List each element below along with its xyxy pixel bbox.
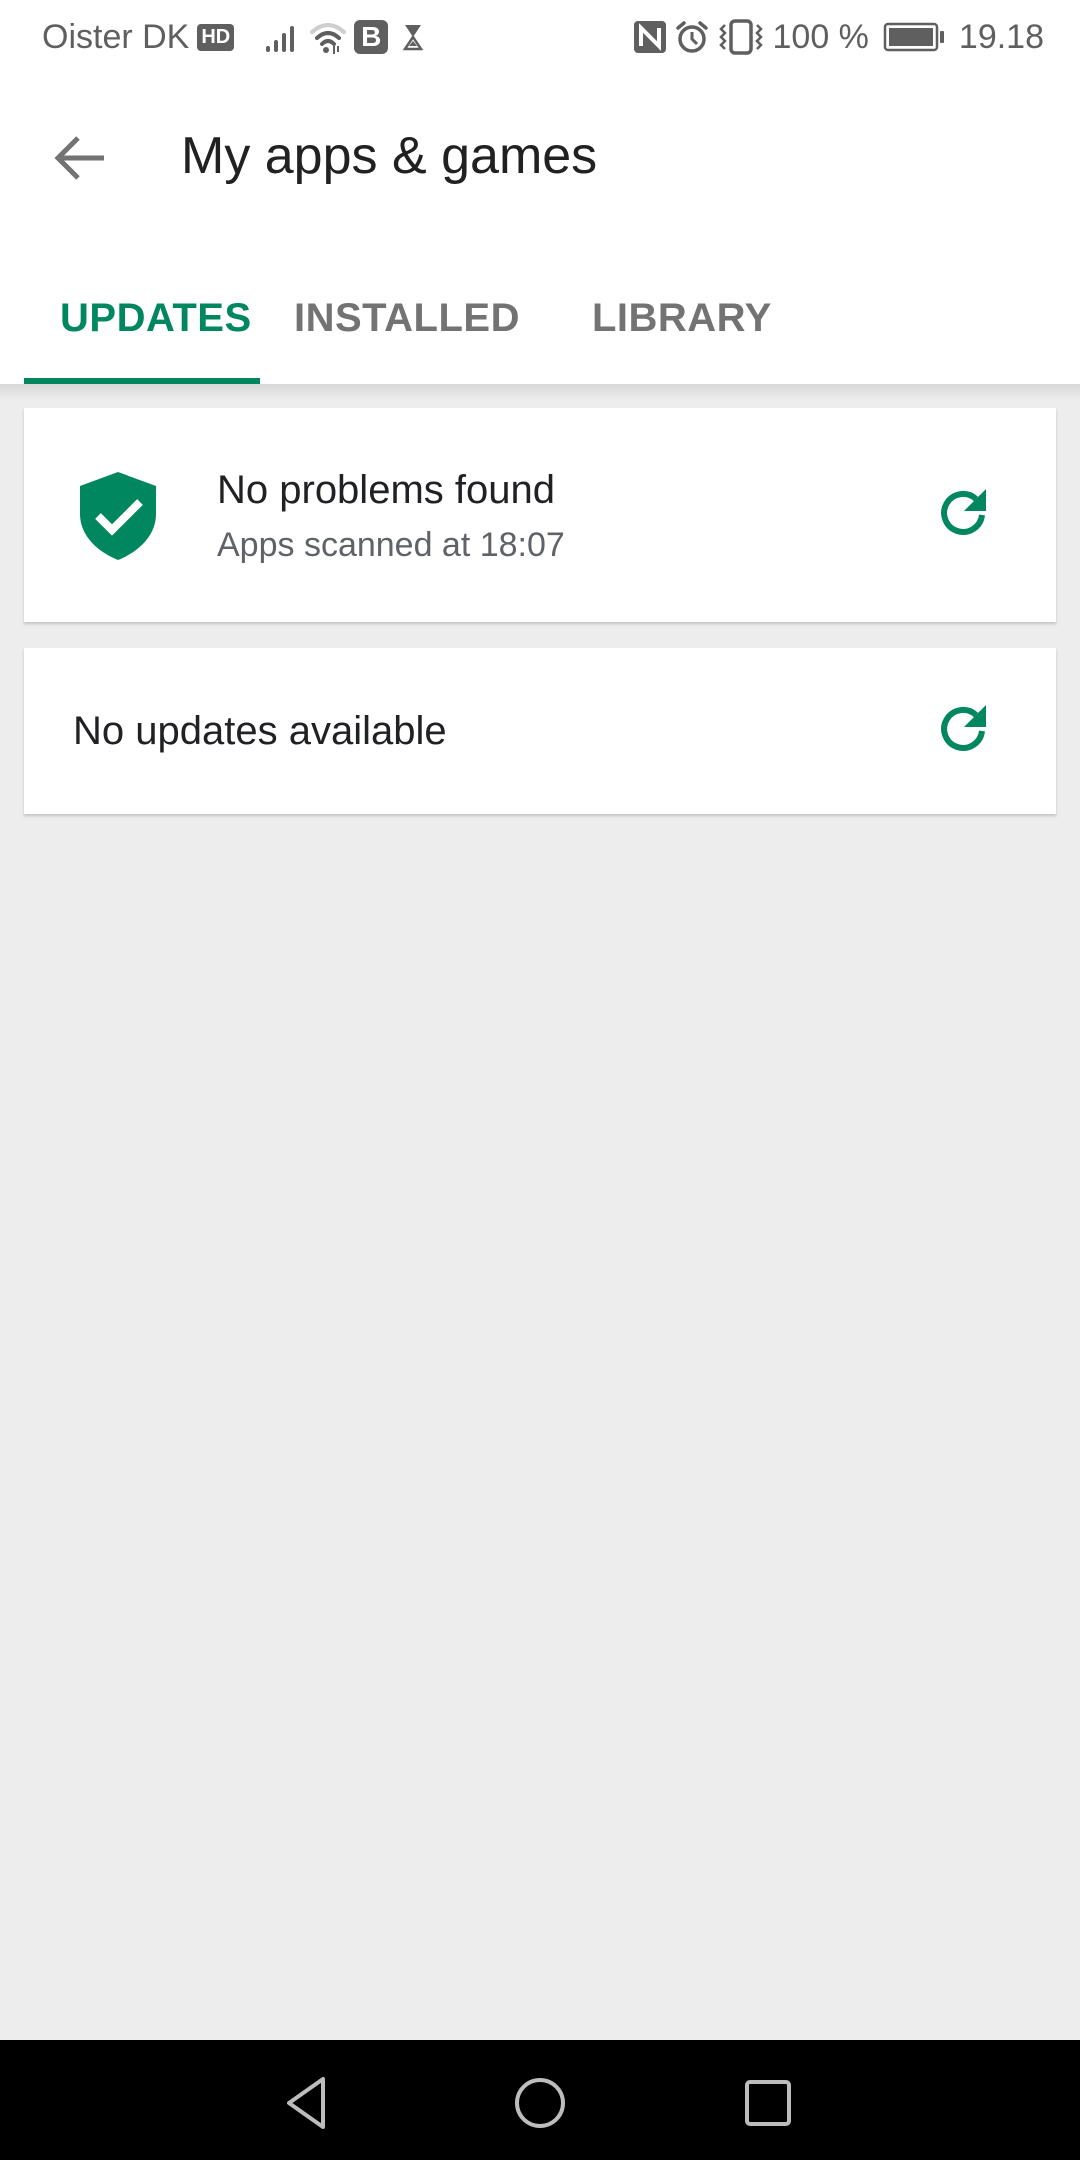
refresh-icon <box>936 701 992 762</box>
tab-installed-label: INSTALLED <box>294 296 520 340</box>
status-bar: Oister DK HD B 100 % 19.18 <box>0 0 1080 74</box>
alarm-icon <box>675 20 709 54</box>
check-updates-button[interactable] <box>932 699 996 763</box>
updates-card: No updates available <box>24 648 1056 814</box>
status-bar-left: Oister DK HD B <box>42 14 424 60</box>
scan-time-text: Apps scanned at 18:07 <box>217 526 565 564</box>
nav-home-button[interactable] <box>505 2070 575 2140</box>
nav-back-button[interactable] <box>273 2070 343 2140</box>
circle-home-icon <box>513 2076 567 2135</box>
carrier-name: Oister DK <box>42 17 190 56</box>
tab-installed[interactable]: INSTALLED <box>260 264 556 384</box>
hourglass-icon <box>402 22 424 52</box>
hd-icon: HD <box>197 23 235 51</box>
play-protect-card[interactable]: No problems found Apps scanned at 18:07 <box>24 408 1056 622</box>
nfc-icon <box>633 20 667 54</box>
rescan-button[interactable] <box>932 483 996 547</box>
wifi-icon <box>308 20 348 54</box>
shield-check-icon <box>76 470 160 567</box>
tab-bar: UPDATES INSTALLED LIBRARY <box>24 264 808 384</box>
vibrate-icon <box>717 19 765 55</box>
square-recents-icon <box>743 2078 793 2133</box>
battery-icon <box>883 21 945 53</box>
page-title: My apps & games <box>181 127 598 185</box>
app-bar: My apps & games UPDATES INSTALLED LIBRAR… <box>0 74 1080 384</box>
system-nav-bar <box>0 2040 1080 2160</box>
triangle-back-icon <box>283 2076 333 2135</box>
signal-icon <box>264 20 302 54</box>
security-status-title: No problems found <box>217 468 555 512</box>
tab-library[interactable]: LIBRARY <box>556 264 808 384</box>
battery-percent: 100 % <box>772 17 869 56</box>
status-bar-right: 100 % 19.18 <box>633 14 1044 60</box>
b-app-icon: B <box>354 20 389 54</box>
back-button[interactable] <box>40 120 120 200</box>
tab-updates-label: UPDATES <box>60 296 252 340</box>
refresh-icon <box>936 485 992 546</box>
clock-time: 19.18 <box>958 17 1044 56</box>
tab-updates[interactable]: UPDATES <box>24 264 260 384</box>
app-bar-shadow <box>0 384 1080 400</box>
no-updates-text: No updates available <box>73 709 447 753</box>
arrow-back-icon <box>54 134 106 187</box>
tab-library-label: LIBRARY <box>591 296 772 340</box>
nav-recents-button[interactable] <box>733 2070 803 2140</box>
